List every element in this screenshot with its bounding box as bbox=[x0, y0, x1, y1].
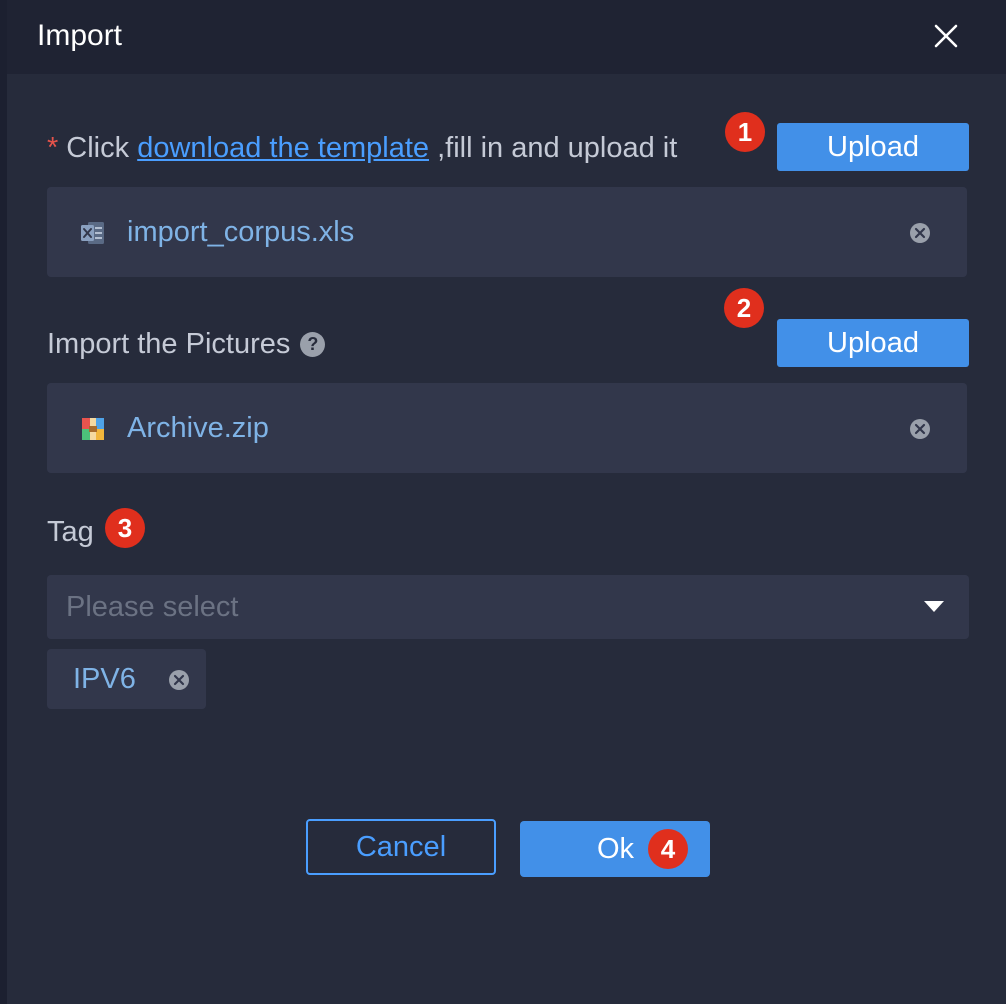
remove-file-icon[interactable] bbox=[909, 418, 931, 440]
tag-select[interactable]: Please select bbox=[47, 575, 969, 639]
dialog-title: Import bbox=[37, 19, 123, 52]
download-template-link[interactable]: download the template bbox=[137, 132, 429, 164]
instruction-suffix: ,fill in and upload it bbox=[437, 132, 678, 164]
remove-tag-icon[interactable] bbox=[168, 669, 190, 691]
cancel-button[interactable]: Cancel bbox=[306, 819, 496, 875]
close-icon[interactable] bbox=[928, 18, 964, 54]
template-instruction: * Click download the template ,fill in an… bbox=[47, 128, 677, 168]
step-badge-3: 3 bbox=[105, 508, 145, 548]
help-icon[interactable]: ? bbox=[300, 332, 326, 357]
caret-down-icon bbox=[924, 601, 944, 612]
uploaded-file-pictures: Archive.zip bbox=[47, 383, 967, 473]
file-name: import_corpus.xls bbox=[127, 216, 355, 248]
file-name: Archive.zip bbox=[127, 412, 269, 444]
required-mark: * bbox=[47, 132, 59, 164]
step-badge-1: 1 bbox=[725, 112, 765, 152]
import-dialog: Import * Click download the template ,fil… bbox=[0, 0, 1006, 1004]
step-badge-2: 2 bbox=[724, 288, 764, 328]
tag-chip-label: IPV6 bbox=[73, 663, 136, 695]
backdrop-edge bbox=[0, 0, 7, 1004]
dialog-header bbox=[7, 0, 1006, 74]
upload-template-button[interactable]: Upload bbox=[777, 123, 969, 171]
tag-chip: IPV6 bbox=[47, 649, 206, 709]
zip-archive-icon bbox=[80, 416, 106, 442]
import-pictures-label: Import the Pictures? bbox=[47, 324, 326, 364]
pictures-label-text: Import the Pictures bbox=[47, 328, 291, 360]
uploaded-file-template: import_corpus.xls bbox=[47, 187, 967, 277]
excel-file-icon bbox=[80, 220, 106, 246]
tag-label: Tag bbox=[47, 516, 94, 548]
ok-button-label: Ok bbox=[597, 833, 635, 865]
upload-pictures-button[interactable]: Upload bbox=[777, 319, 969, 367]
step-badge-4: 4 bbox=[648, 829, 688, 869]
remove-file-icon[interactable] bbox=[909, 222, 931, 244]
select-placeholder: Please select bbox=[66, 591, 239, 623]
instruction-prefix: Click bbox=[66, 132, 130, 164]
